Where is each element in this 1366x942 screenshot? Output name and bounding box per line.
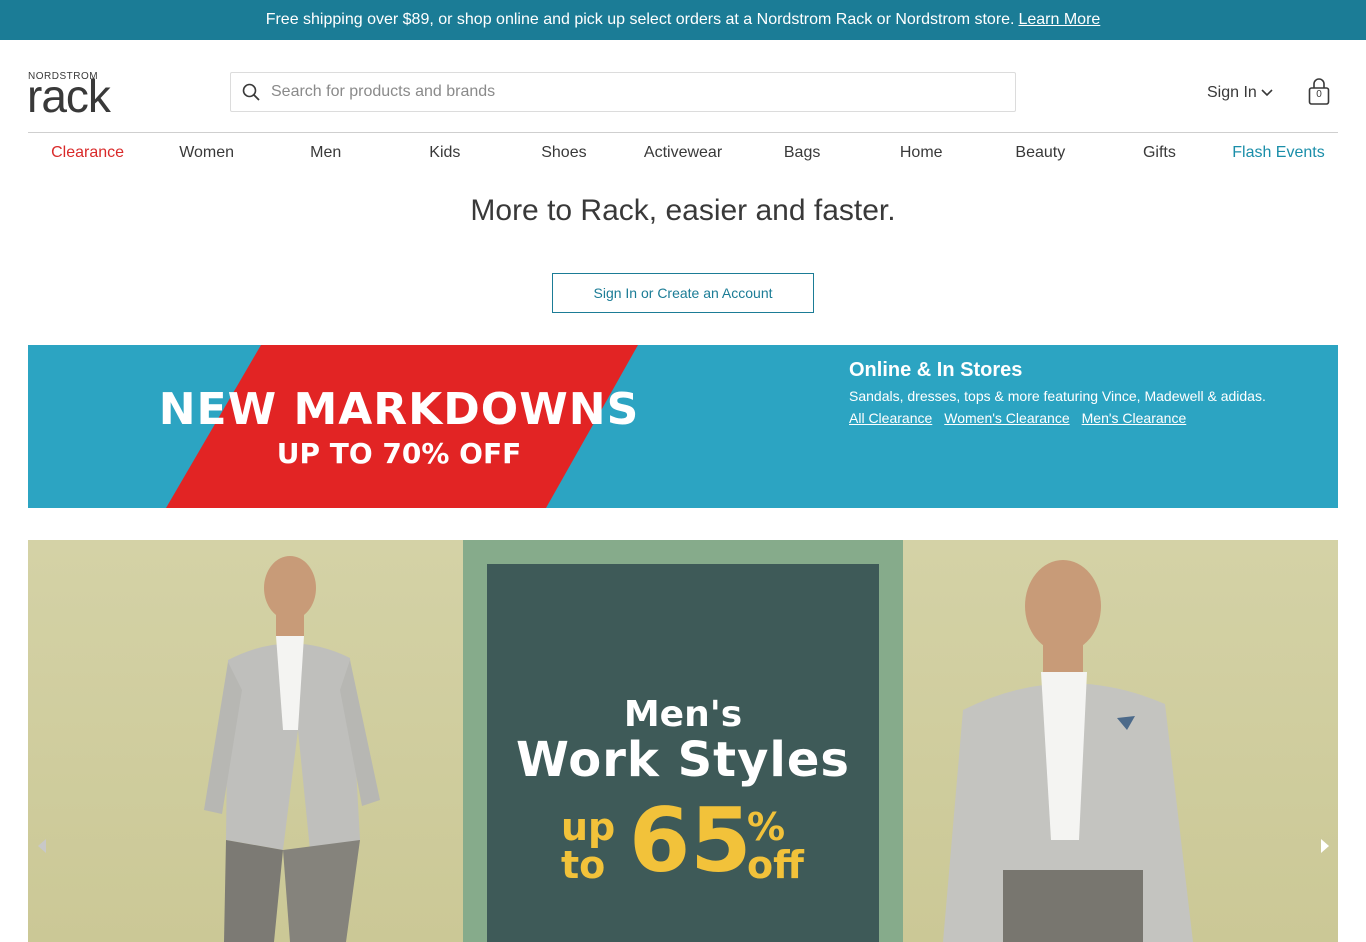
nav-item-activewear[interactable]: Activewear bbox=[623, 133, 742, 173]
nav-item-women[interactable]: Women bbox=[147, 133, 266, 173]
nav-item-beauty[interactable]: Beauty bbox=[981, 133, 1100, 173]
markdowns-art-line2: UP TO 70% OFF bbox=[277, 437, 521, 470]
hero-line2: Work Styles bbox=[516, 732, 850, 788]
markdowns-title: Online & In Stores bbox=[849, 359, 1023, 381]
hero-upto: up to bbox=[561, 808, 615, 884]
hero-model-image-right bbox=[903, 540, 1338, 942]
nav-item-flash-events[interactable]: Flash Events bbox=[1219, 133, 1338, 173]
markdowns-copy: Online & In Stores Sandals, dresses, top… bbox=[849, 359, 1266, 426]
hero-carousel[interactable]: Men's Work Styles up to 65 % off bbox=[28, 540, 1338, 942]
markdowns-art: NEW MARKDOWNS UP TO 70% OFF bbox=[159, 345, 640, 508]
logo-wordmark-rack: rack bbox=[27, 70, 111, 122]
nav-item-bags[interactable]: Bags bbox=[743, 133, 862, 173]
hero-model-image-left bbox=[28, 540, 463, 942]
sign-in-menu[interactable]: Sign In bbox=[1207, 82, 1273, 104]
nav-item-gifts[interactable]: Gifts bbox=[1100, 133, 1219, 173]
nav-item-men[interactable]: Men bbox=[266, 133, 385, 173]
search-icon[interactable] bbox=[231, 73, 271, 111]
womens-clearance-link[interactable]: Women's Clearance bbox=[944, 410, 1069, 426]
chevron-left-icon bbox=[38, 839, 46, 853]
markdowns-links: All Clearance Women's Clearance Men's Cl… bbox=[849, 410, 1266, 426]
search-bar bbox=[230, 72, 1016, 112]
carousel-next-button[interactable] bbox=[1316, 837, 1332, 855]
carousel-prev-button[interactable] bbox=[35, 837, 51, 855]
promo-text: Free shipping over $89, or shop online a… bbox=[265, 11, 1015, 28]
hero-percent-sign: % bbox=[747, 805, 786, 849]
main-nav: Clearance Women Men Kids Shoes Activewea… bbox=[28, 133, 1338, 173]
hero-off: off bbox=[747, 843, 804, 887]
signin-headline: More to Rack, easier and faster. bbox=[470, 194, 896, 227]
hero-to: to bbox=[561, 843, 606, 887]
nav-item-kids[interactable]: Kids bbox=[385, 133, 504, 173]
learn-more-link[interactable]: Learn More bbox=[1018, 11, 1100, 29]
all-clearance-link[interactable]: All Clearance bbox=[849, 410, 932, 426]
nav-item-home[interactable]: Home bbox=[862, 133, 981, 173]
nav-item-clearance[interactable]: Clearance bbox=[28, 133, 147, 173]
shopping-bag-button[interactable]: 0 bbox=[1307, 78, 1331, 106]
hero-promo-panel: Men's Work Styles up to 65 % off bbox=[463, 540, 903, 942]
mens-clearance-link[interactable]: Men's Clearance bbox=[1082, 410, 1187, 426]
hero-text-card: Men's Work Styles up to 65 % off bbox=[487, 564, 879, 942]
sign-in-create-account-button[interactable]: Sign In or Create an Account bbox=[552, 273, 814, 313]
nav-item-shoes[interactable]: Shoes bbox=[504, 133, 623, 173]
hero-percent-number: 65 bbox=[629, 789, 752, 892]
chevron-down-icon bbox=[1261, 84, 1273, 102]
hero-line1: Men's bbox=[623, 694, 743, 735]
sign-in-label: Sign In bbox=[1207, 84, 1257, 101]
markdowns-banner[interactable]: NEW MARKDOWNS UP TO 70% OFF Online & In … bbox=[28, 345, 1338, 508]
hero-discount: up to 65 % off bbox=[561, 796, 811, 892]
search-input[interactable] bbox=[271, 83, 971, 101]
chevron-right-icon bbox=[1321, 839, 1329, 853]
markdowns-subtitle: Sandals, dresses, tops & more featuring … bbox=[849, 388, 1266, 404]
hero-up: up bbox=[561, 805, 616, 849]
promo-banner: Free shipping over $89, or shop online a… bbox=[0, 0, 1366, 40]
markdowns-art-line1: NEW MARKDOWNS bbox=[159, 384, 640, 435]
nordstrom-rack-logo[interactable]: NORDSTROM rack bbox=[27, 71, 120, 119]
bag-count: 0 bbox=[1316, 89, 1322, 100]
hero-percent-off: % off bbox=[747, 808, 804, 884]
